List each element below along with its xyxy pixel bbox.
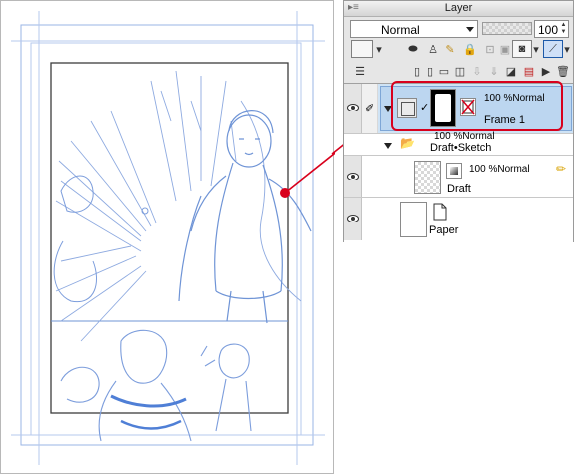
opacity-slider-fill bbox=[483, 23, 531, 34]
blend-mode-value: Normal bbox=[381, 23, 420, 37]
layer-name: Draft bbox=[447, 183, 471, 195]
apply-mask-icon[interactable]: ▶ bbox=[537, 62, 555, 80]
raster-layer-icon bbox=[446, 163, 462, 179]
opacity-spinner[interactable]: ▲ ▼ bbox=[560, 22, 567, 36]
layer-color-button[interactable] bbox=[351, 40, 373, 58]
draft-pencil-icon: ✏ bbox=[556, 162, 567, 176]
opacity-value: 100 bbox=[538, 23, 559, 37]
opacity-slider[interactable] bbox=[482, 22, 532, 35]
new-raster-layer-icon[interactable]: ▯ bbox=[411, 62, 423, 80]
opacity-input[interactable]: 100 ▲ ▼ bbox=[534, 20, 569, 38]
visibility-toggle[interactable] bbox=[344, 84, 362, 133]
new-vector-layer-icon[interactable]: ▯ bbox=[424, 62, 436, 80]
paper-thumbnail bbox=[400, 202, 427, 237]
visibility-toggle[interactable] bbox=[344, 156, 362, 197]
callout-highlight bbox=[391, 81, 563, 131]
draft-thumbnail bbox=[414, 161, 441, 194]
lock-icon[interactable]: 🔒 bbox=[461, 40, 479, 58]
panel-titlebar[interactable]: ▸≡ Layer bbox=[344, 1, 573, 17]
pen-icon: ✐ bbox=[365, 103, 375, 115]
new-layer-mask-icon[interactable]: ◫ bbox=[451, 62, 469, 80]
clip-layer-icon[interactable]: ⬬ bbox=[404, 40, 422, 58]
reference-layer-icon[interactable]: ♙ bbox=[424, 40, 442, 58]
delete-layer-icon[interactable]: 🗑 bbox=[554, 62, 572, 80]
draft-layer-icon[interactable]: ✎ bbox=[441, 40, 459, 58]
chevron-down-icon[interactable]: ▾ bbox=[373, 40, 385, 58]
rasterize-icon[interactable]: ▤ bbox=[520, 62, 538, 80]
canvas-page[interactable] bbox=[0, 0, 335, 474]
visibility-cell-empty bbox=[344, 134, 362, 155]
layer-toolbar-1: ▾ ⬬ ♙ ✎ 🔒 ⊡ ▣ ◙ ▾ ⟋ ▾ bbox=[344, 40, 573, 62]
folder-icon: 📂 bbox=[400, 136, 415, 150]
edit-target-cell[interactable]: ✐ bbox=[362, 84, 378, 133]
chevron-down-icon[interactable]: ▾ bbox=[531, 40, 541, 58]
eye-icon bbox=[347, 173, 359, 180]
visibility-toggle[interactable] bbox=[344, 198, 362, 240]
combine-layer-icon[interactable]: ⇓ bbox=[485, 62, 503, 80]
layer-stack-icon[interactable]: ☰ bbox=[351, 62, 369, 80]
layer-opacity-mode: 100 %Normal bbox=[469, 164, 530, 175]
layer-name: Paper bbox=[429, 224, 459, 236]
layer-opacity-mode: 100 %Normal bbox=[434, 131, 495, 142]
layer-name: Draft•Sketch bbox=[430, 142, 492, 154]
expand-arrow-icon[interactable] bbox=[384, 143, 392, 149]
layer-row-paper[interactable]: Paper bbox=[344, 198, 573, 240]
transfer-layer-icon[interactable]: ⇩ bbox=[468, 62, 486, 80]
layer-row-draft[interactable]: 100 %Normal Draft ✏ bbox=[344, 156, 573, 198]
blend-mode-dropdown[interactable]: Normal bbox=[350, 20, 478, 38]
panel-title: Layer bbox=[444, 2, 473, 14]
new-folder-icon[interactable]: ▭ bbox=[437, 62, 451, 80]
ruler-range-icon[interactable]: ⟋ bbox=[543, 40, 563, 58]
chevron-down-icon bbox=[466, 27, 474, 32]
eye-icon bbox=[347, 215, 359, 222]
callout-dot bbox=[280, 188, 290, 198]
layer-row-folder[interactable]: 📂 100 %Normal Draft•Sketch bbox=[344, 131, 573, 156]
eye-icon bbox=[347, 104, 359, 111]
chevron-down-icon[interactable]: ▾ bbox=[562, 40, 572, 58]
mask-range-icon[interactable]: ◙ bbox=[512, 40, 532, 58]
sketch-drawing bbox=[11, 11, 335, 465]
merge-visible-icon[interactable]: ◪ bbox=[502, 62, 520, 80]
paper-layer-icon bbox=[432, 203, 448, 221]
